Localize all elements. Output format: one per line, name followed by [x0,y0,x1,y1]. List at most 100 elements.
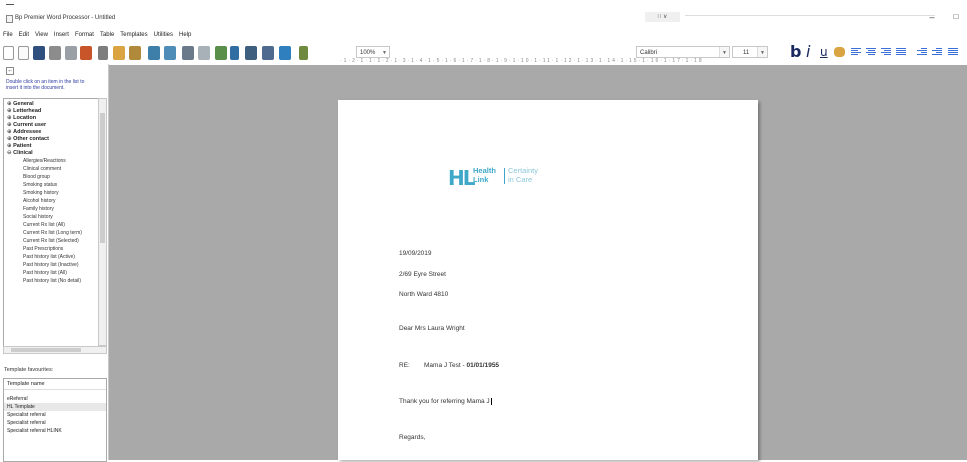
new-document-icon[interactable] [3,46,14,60]
find-icon[interactable] [182,46,194,60]
tree-child[interactable]: Past history list (All) [23,270,67,277]
tree-child[interactable]: Current Rx list (Selected) [23,238,79,245]
zoom-select[interactable]: 100% ▼ [356,46,390,58]
tree-item-patient[interactable]: ⊕ Patient [7,143,31,150]
align-right-icon[interactable] [881,47,891,57]
tree-child[interactable]: Past Prescriptions [23,246,63,253]
menu-format[interactable]: Format [72,30,97,40]
spellcheck-icon[interactable] [80,46,92,60]
tree-child[interactable]: Family history [23,206,54,213]
bottle-icon[interactable] [299,46,308,60]
favourite-item[interactable]: eReferral [4,395,106,403]
blank-page-icon[interactable] [18,46,29,60]
print-preview-icon[interactable] [65,46,77,60]
menu-help[interactable]: Help [176,30,194,40]
save-icon[interactable] [33,46,45,60]
cut-icon[interactable] [98,46,108,60]
tree-item-other-contact[interactable]: ⊕ Other contact [7,136,49,143]
document-page[interactable] [338,100,758,460]
paste-icon[interactable] [129,46,141,60]
tree-child[interactable]: Current Rx list (Long term) [23,230,82,237]
scrollbar-thumb[interactable] [11,348,81,352]
insert-field-icon[interactable] [215,46,227,60]
decrease-indent-icon[interactable] [917,47,927,57]
italic-button[interactable]: i [806,43,810,61]
logo-tagline-1: Certainty [508,166,539,175]
scrollbar-thumb[interactable] [100,113,105,243]
tree-child[interactable]: Smoking history [23,190,59,197]
logo-word-link: Link [473,175,489,184]
highlink-icon[interactable] [279,46,291,60]
chevron-down-icon: ▼ [719,47,729,57]
bold-button[interactable]: b [790,43,801,61]
tree-child[interactable]: Current Rx list (All) [23,222,65,229]
font-size-select[interactable]: 11 ▼ [732,46,768,58]
font-select[interactable]: Calibri ▼ [636,46,730,58]
tree-child[interactable]: Smoking status [23,182,57,189]
tree-item-addressee[interactable]: ⊕ Addressee [7,129,41,136]
tree-item-location[interactable]: ⊕ Location [7,115,36,122]
minimize-button[interactable]: – [926,12,938,22]
tree-child[interactable]: Past history list (Inactive) [23,262,79,269]
healthlink-logo: HL Health Link Certainty in Care [448,166,568,192]
tree-vertical-scrollbar[interactable] [98,98,107,346]
tree-child[interactable]: Allergies/Reactions [23,158,66,165]
align-center-icon[interactable] [866,47,876,57]
align-left-icon[interactable] [851,47,861,57]
menu-utilities[interactable]: Utilities [151,30,176,40]
address-line-2: North Ward 4810 [399,291,449,298]
favourites-list: Template name eReferral HL Template Spec… [3,378,107,462]
tree-item-letterhead[interactable]: ⊕ Letterhead [7,108,41,115]
justify-icon[interactable] [896,47,906,57]
quick-access-dropdown[interactable]: ∷ ∨ [645,12,680,22]
tree-child[interactable]: Blood group [23,174,50,181]
copy-icon[interactable] [113,46,125,60]
print-icon[interactable] [49,46,61,60]
logo-divider [504,168,505,184]
menu-table[interactable]: Table [97,30,117,40]
favourite-item[interactable]: Specialist referral HLINK [4,427,106,435]
text-cursor [490,398,492,405]
menu-templates[interactable]: Templates [117,30,150,40]
favourites-label: Template favourites: [4,367,54,373]
field-tree[interactable]: ⊕ General ⊕ Letterhead ⊕ Location ⊕ Curr… [3,98,100,348]
panel-pin-icon[interactable]: ↩ [6,67,14,75]
insert-table-icon[interactable] [198,46,210,60]
letter-salutation: Dear Mrs Laura Wright [399,325,465,332]
menu-view[interactable]: View [32,30,51,40]
menu-insert[interactable]: Insert [51,30,72,40]
menu-edit[interactable]: Edit [16,30,32,40]
insert-date-icon[interactable] [230,46,239,60]
underline-button[interactable]: u [820,43,828,61]
tree-child[interactable]: Clinical comment [23,166,61,173]
tree-child[interactable]: Past history list (No detail) [23,278,81,285]
tree-horizontal-scrollbar[interactable] [3,346,107,354]
favourite-item[interactable]: Specialist referral [4,411,106,419]
chevron-down-icon: ▼ [757,47,767,57]
insert-image-icon[interactable] [245,46,257,60]
letter-date: 19/09/2019 [399,250,432,257]
tree-item-current-user[interactable]: ⊕ Current user [7,122,46,129]
highlight-icon[interactable] [834,47,845,57]
tree-item-clinical[interactable]: ⊖ Clinical [7,150,33,157]
tree-child[interactable]: Social history [23,214,53,221]
insert-row-icon[interactable] [262,46,274,60]
undo-icon[interactable] [148,46,160,60]
letter-re-label: RE: [399,362,410,369]
favourites-column-header[interactable]: Template name [4,379,106,390]
tree-child[interactable]: Alcohol history [23,198,56,205]
letter-closing: Regards, [399,434,426,441]
menu-file[interactable]: File [0,30,16,40]
system-menu-icon[interactable] [6,4,14,5]
tree-child[interactable]: Past history list (Active) [23,254,75,261]
increase-indent-icon[interactable] [932,47,942,57]
body-text: Thank you for referring Mama J [399,398,490,406]
maximize-button[interactable]: □ [950,12,962,22]
favourite-item[interactable]: Specialist referral [4,419,106,427]
bullet-list-icon[interactable] [948,47,958,57]
tree-item-general[interactable]: ⊕ General [7,101,34,108]
redo-icon[interactable] [164,46,176,60]
letter-re-line: Mama J Test - 01/01/1955 [424,362,499,369]
title-bar: Bp Premier Word Processor - Untitled ∷ ∨… [0,0,967,26]
favourite-item[interactable]: HL Template [4,403,106,411]
